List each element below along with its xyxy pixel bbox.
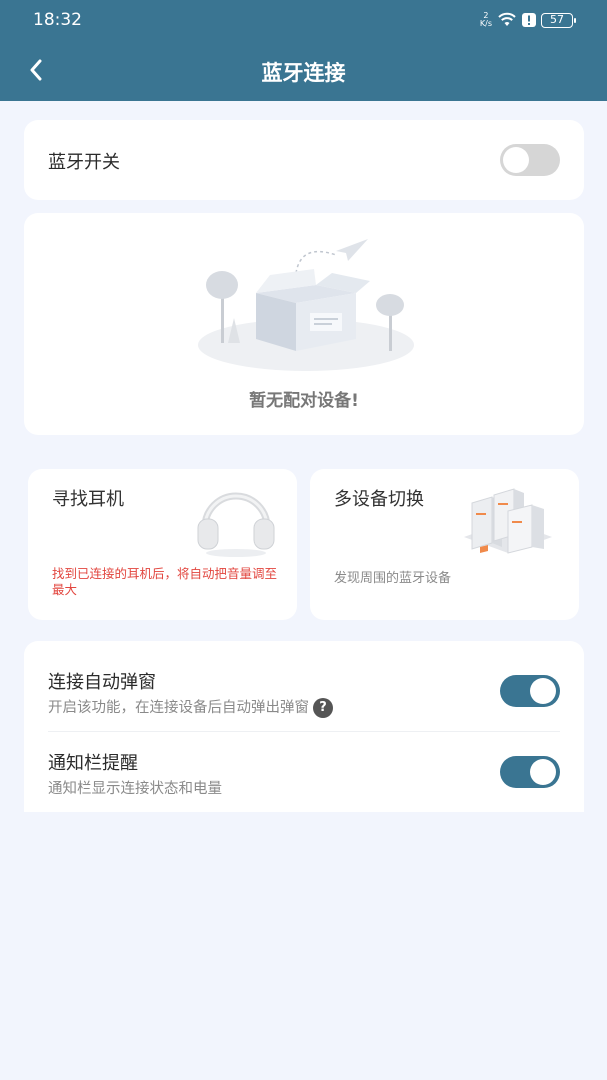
setting-title: 通知栏提醒 [48,753,138,774]
setting-row-notification: 通知栏提醒 通知栏显示连接状态和电量 [24,732,584,812]
multi-device-card[interactable]: 多设备切换 发现周围的蓝牙设备 [310,469,579,620]
feature-title: 多设备切换 [334,489,424,510]
app-header: 18:32 2 K/s 57 蓝牙连接 [0,0,607,101]
battery-indicator: 57 [541,12,576,28]
nav-bar: 蓝牙连接 [0,40,607,101]
alert-icon [522,13,536,27]
auto-popup-toggle[interactable] [500,675,560,707]
find-headphones-card[interactable]: 寻找耳机 找到已连接的耳机后，将自动把音量调至最大 [28,469,297,620]
help-icon[interactable]: ? [313,698,333,718]
toggle-knob [530,678,556,704]
notification-toggle[interactable] [500,756,560,788]
empty-box-illustration [198,239,414,371]
settings-card: 连接自动弹窗 开启该功能，在连接设备后自动弹出弹窗? 通知栏提醒 通知栏显示连接… [24,641,584,812]
bluetooth-switch-card: 蓝牙开关 [24,120,584,200]
setting-subtitle-line: 开启该功能，在连接设备后自动弹出弹窗? [48,696,333,718]
page-title: 蓝牙连接 [261,61,346,85]
paired-devices-card: 暂无配对设备! [24,213,584,435]
toggle-knob [530,759,556,785]
wifi-icon [498,12,516,26]
setting-row-auto-popup: 连接自动弹窗 开启该功能，在连接设备后自动弹出弹窗? [24,641,584,731]
bluetooth-toggle[interactable] [500,144,560,176]
toggle-knob [503,147,529,173]
feature-description: 找到已连接的耳机后，将自动把音量调至最大 [52,566,278,597]
network-speed: 2 K/s [480,12,492,28]
setting-subtitle: 通知栏显示连接状态和电量 [48,781,222,797]
status-time: 18:32 [33,10,82,30]
status-bar: 18:32 2 K/s 57 [0,0,607,40]
empty-state-text: 暂无配对设备! [249,391,359,411]
feature-title: 寻找耳机 [52,489,124,510]
devices-icon [464,488,552,554]
status-icons: 2 K/s 57 [480,9,576,31]
network-speed-unit: K/s [479,19,492,28]
bluetooth-switch-label: 蓝牙开关 [48,152,120,173]
setting-subtitle: 开启该功能，在连接设备后自动弹出弹窗 [48,700,309,716]
setting-title: 连接自动弹窗 [48,672,156,693]
headphones-icon [197,492,275,557]
feature-description: 发现周围的蓝牙设备 [334,571,452,586]
